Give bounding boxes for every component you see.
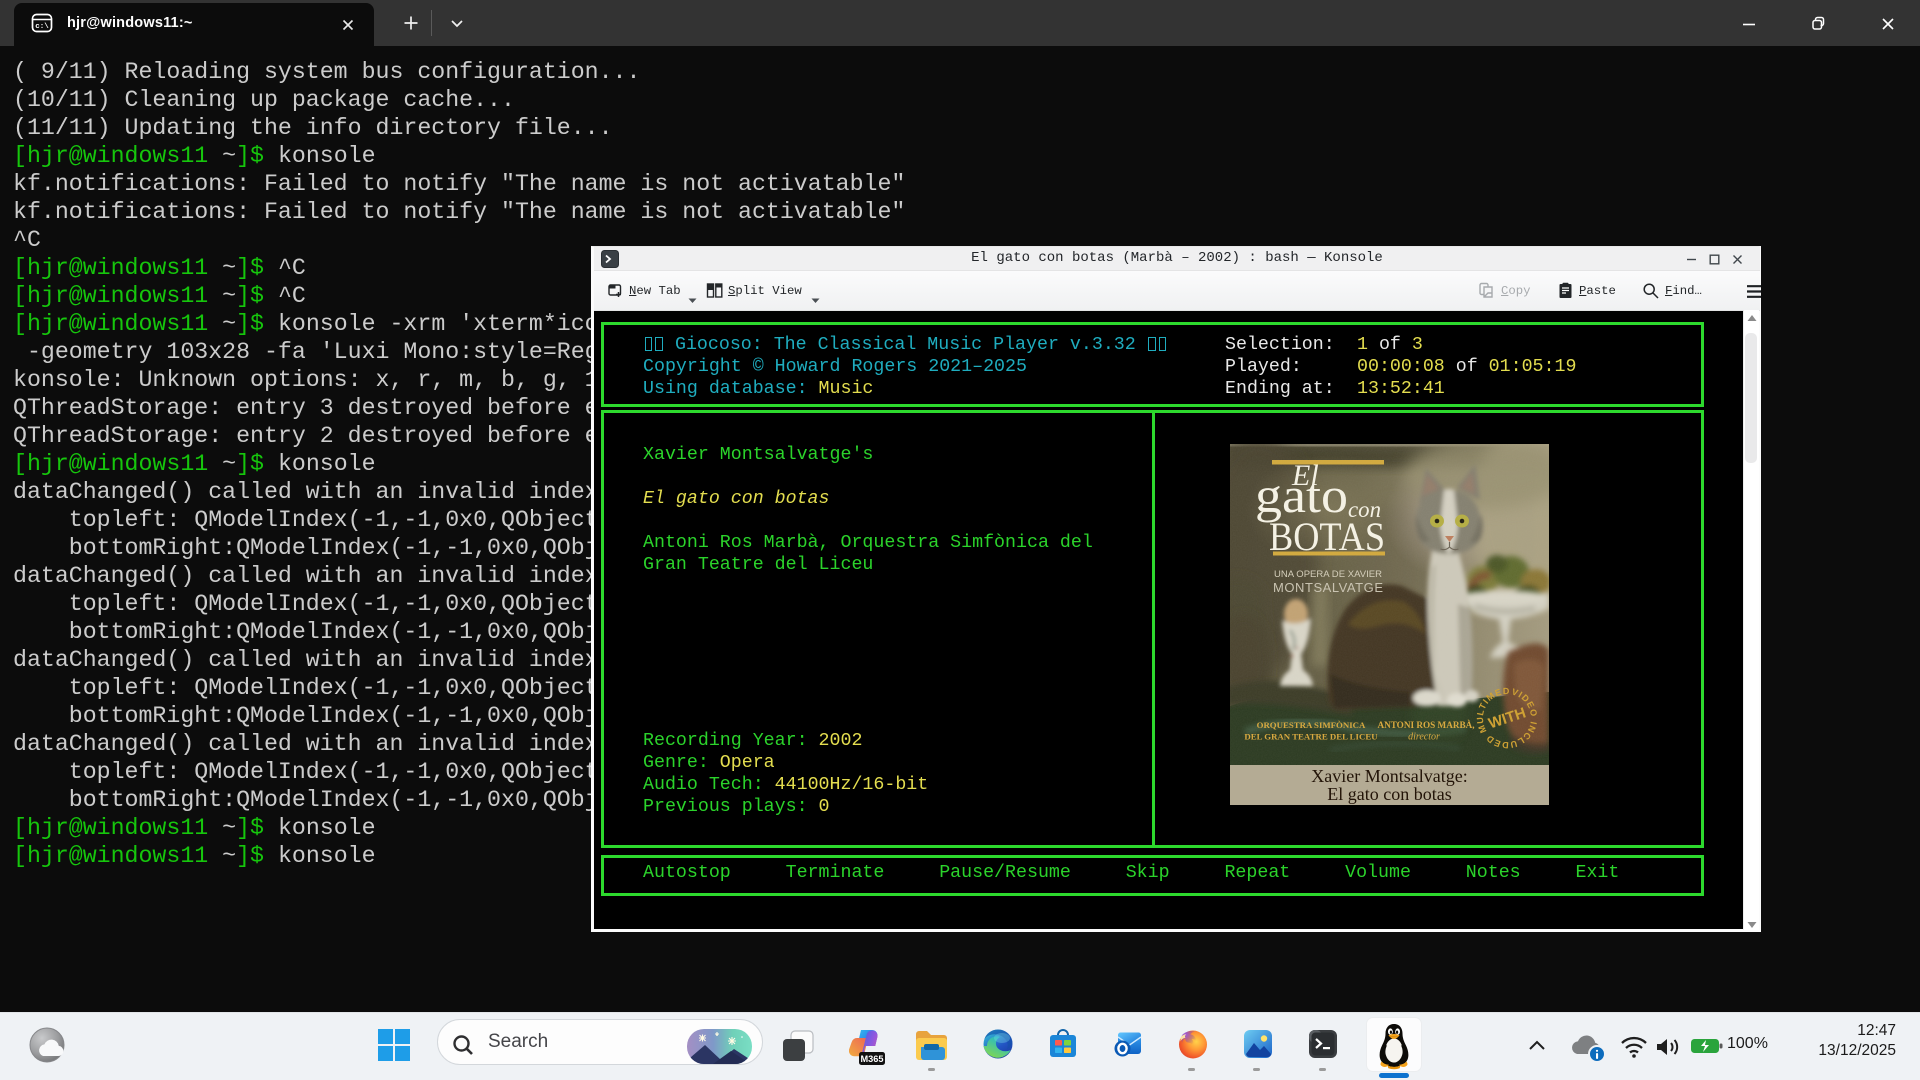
svg-text:El gato con botas: El gato con botas <box>1327 784 1451 804</box>
svg-text:c:\: c:\ <box>35 23 49 31</box>
svg-text:M365: M365 <box>861 1054 884 1064</box>
svg-text:Xavier Montsalvatge:: Xavier Montsalvatge: <box>1311 766 1467 786</box>
